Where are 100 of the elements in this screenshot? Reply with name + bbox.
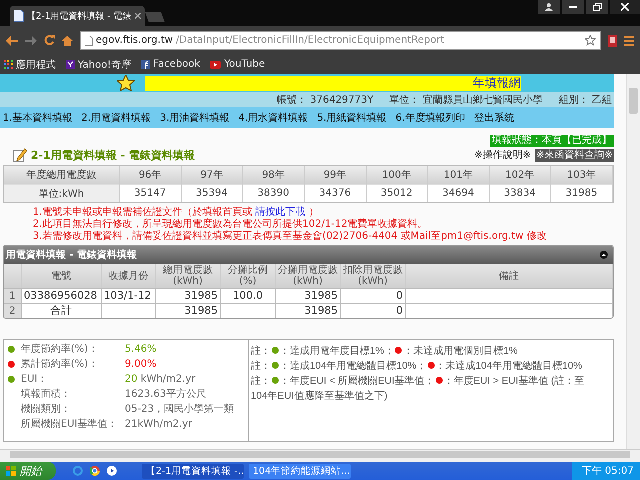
table-header: 101年 (428, 166, 490, 184)
note-text: 1.電號未申報或申報需補佐證文件（於填報首頁或 (33, 207, 254, 218)
column-header: 扣除用電度數 (kWh) (341, 264, 406, 288)
back-icon[interactable] (6, 36, 18, 46)
play-icon (210, 60, 222, 68)
menu-item[interactable]: 登出系統 (474, 110, 514, 124)
column-header: 分攤用電度數 (kWh) (276, 264, 341, 288)
summary-value: 21kWh/m2.yr (125, 418, 192, 430)
page-icon (14, 10, 24, 22)
user-button[interactable] (538, 0, 560, 14)
restore-icon (592, 3, 602, 11)
table-cell: 31985 (156, 288, 221, 303)
download-link[interactable]: 請按此下載 (256, 207, 306, 218)
status-badge: 填報狀態：本頁【已完成】 (490, 135, 614, 147)
legend-text: 註： (251, 346, 271, 357)
legend-text: ：年度EUI > EUI基準值 (註：至 (444, 376, 585, 387)
legend-text: ：年度EUI < 所屬機關EUI基準值； (280, 376, 435, 387)
legend-text: ：達成104年用電總體目標10%； (280, 361, 427, 372)
table-header: 96年 (120, 166, 182, 184)
minimize-icon (569, 6, 577, 8)
table-header: 97年 (182, 166, 244, 184)
table-header: 102年 (490, 166, 552, 184)
header-corner (4, 264, 22, 288)
bookmark-label: Yahoo!奇摩 (78, 58, 132, 72)
table-cell: 0 (341, 303, 406, 318)
vertical-scrollbar[interactable] (626, 74, 640, 449)
summary-label: 累計節約率(%)： (21, 358, 100, 371)
menu-item[interactable]: 3.用油資料填報 (160, 110, 230, 124)
summary-label: EUI： (21, 373, 49, 386)
letter-y-icon (66, 60, 75, 69)
summary-label: 填報面積： (21, 388, 72, 401)
table-cell: 31985 (156, 303, 221, 318)
note-text: 2.此項目無法自行修改，所呈現總用電度數為台電公司所提供102/1-12電費單收據資料。 (33, 219, 428, 230)
menu-item[interactable]: 5.用紙資料填報 (317, 110, 387, 124)
legend-text: 註： (251, 376, 271, 387)
table-cell: 合計 (22, 303, 102, 318)
page-icon (85, 36, 93, 46)
table-cell: 35147 (120, 184, 182, 202)
taskbar-button[interactable]: 104年節約能源網站... (249, 464, 351, 478)
row-number: 2 (4, 303, 22, 318)
star-logo-icon (117, 75, 135, 91)
person-icon (545, 3, 553, 11)
close-button[interactable] (610, 0, 640, 14)
legend-text: 註： (251, 361, 271, 372)
table-header: 100年 (366, 166, 428, 184)
bookmark-label: 應用程式 (16, 58, 56, 72)
summary-value: 05-23，國民小學第一類 (125, 402, 234, 416)
table-header: 年度總用電度數 (4, 166, 120, 184)
menu-icon[interactable] (624, 36, 634, 46)
clock: 下午 05:07 (582, 465, 634, 478)
close-tab-icon[interactable] (134, 13, 141, 19)
start-button[interactable]: 開始 (0, 462, 56, 480)
menu-item[interactable]: 1.基本資料填報 (3, 110, 73, 124)
legend-text: ：未達成104年用電總體目標10% (436, 361, 582, 372)
table-cell: 03386956028 (22, 288, 102, 303)
extension-icon[interactable] (608, 34, 617, 46)
menu-item[interactable]: 2.用電資料填報 (82, 110, 152, 124)
table-cell: 35394 (182, 184, 244, 202)
legend-text: ：達成用電年度目標1%； (280, 346, 394, 357)
query-button[interactable]: ※來函資料查詢※ (535, 148, 614, 162)
banner-text: 年填報網 (473, 76, 521, 90)
restore-button[interactable] (586, 0, 608, 14)
table-cell (221, 303, 276, 318)
browser-tab[interactable]: 【2-1用電資料填報 - 電錶 (10, 6, 145, 26)
table-cell (102, 303, 156, 318)
taskbar-button[interactable]: 【2-1用電資料填報 -... (142, 464, 244, 478)
bookmark-label: YouTube (224, 59, 266, 70)
page-title: 2-1用電資料填報 - 電錶資料填報 (31, 148, 196, 162)
column-header: 分攤比例 (%) (221, 264, 276, 288)
home-icon[interactable] (62, 36, 73, 46)
horizontal-scrollbar[interactable] (0, 449, 640, 462)
help-link[interactable]: ※操作說明※ (474, 148, 532, 162)
media-icon[interactable] (107, 466, 117, 476)
summary-label: 機關類別： (21, 402, 72, 416)
table-cell: 0 (341, 288, 406, 303)
table-cell: 100.0 (221, 288, 276, 303)
table-cell: 單位:kWh (4, 184, 120, 202)
minimize-button[interactable] (562, 0, 584, 14)
table-cell: 34376 (304, 184, 366, 202)
menu-item[interactable]: 4.用水資料填報 (238, 110, 308, 124)
reload-icon[interactable] (44, 35, 55, 46)
account-info: 組別： 乙組 (558, 94, 612, 106)
row-number: 1 (4, 288, 22, 303)
bookmark-star-icon[interactable] (585, 35, 596, 46)
apps-grid-icon (4, 60, 13, 69)
summary-label: 年度節約率(%)： (21, 342, 100, 356)
address-bar[interactable]: egov.ftis.org.tw /DataInput/ElectronicFillIn/ElectronicEquipmentReport (80, 31, 601, 50)
column-header: 備註 (406, 264, 613, 288)
summary-value: 5.46% (125, 344, 157, 354)
menu-item[interactable]: 6.年度填報列印 (396, 110, 466, 124)
browser-icon[interactable] (90, 466, 100, 476)
summary-value: 9.00% (125, 358, 157, 370)
account-info: 單位： 宜蘭縣員山鄉七賢國民小學 (390, 94, 543, 106)
collapse-icon[interactable] (600, 251, 608, 259)
column-header: 總用電度數 (kWh) (156, 264, 221, 288)
table-cell: 103/1-12 (102, 288, 156, 303)
column-header: 收據月份 (102, 264, 156, 288)
forward-icon[interactable] (25, 36, 37, 46)
panel-title: 用電資料填報 - 電錶資料填報 (6, 248, 138, 262)
edit-icon (13, 148, 27, 162)
